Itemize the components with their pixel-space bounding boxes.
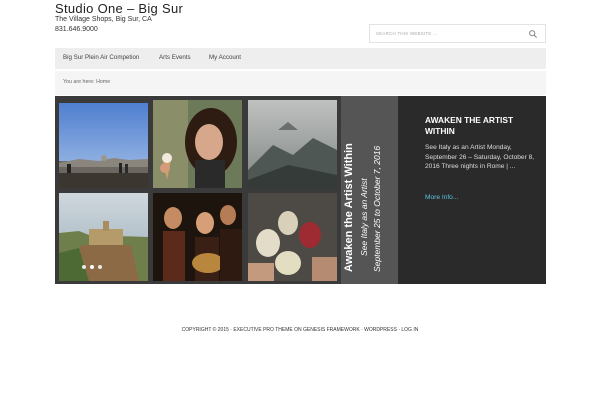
footer-sep: · — [361, 327, 363, 333]
footer-copyright: Copyright © 2015 — [181, 327, 229, 333]
slider-dot-3[interactable] — [98, 265, 102, 269]
nav-item-my-account[interactable]: My Account — [209, 54, 241, 61]
breadcrumb-bar: You are here: Home — [55, 71, 546, 95]
photo-wine-toast — [248, 193, 337, 281]
photo-woman-portrait — [153, 100, 242, 188]
vertical-title: Awaken the Artist Within — [343, 143, 355, 272]
photo-rome-skyline — [59, 103, 148, 188]
breadcrumb: You are here: Home — [63, 79, 111, 85]
footer-wordpress-link[interactable]: WordPress — [364, 327, 397, 333]
site-footer: Copyright © 2015 · Executive Pro Theme o… — [0, 327, 600, 333]
footer-sep: · — [230, 327, 232, 333]
photo-hill-town — [59, 193, 148, 281]
footer-on: on — [294, 327, 302, 333]
slider-dot-1[interactable] — [82, 265, 86, 269]
site-header: Studio One – Big Sur The Village Shops, … — [55, 0, 546, 47]
slide-image[interactable]: Awaken the Artist Within See Italy as an… — [55, 96, 398, 284]
slide-caption: AWAKEN THE ARTIST WITHIN See Italy as an… — [398, 96, 546, 284]
footer-theme-link[interactable]: Executive Pro Theme — [233, 327, 292, 333]
site-title[interactable]: Studio One – Big Sur — [55, 1, 183, 16]
vertical-subtitle: See Italy as an Artist — [359, 178, 369, 256]
photo-musicians — [153, 193, 242, 281]
site-phone: 831.646.9000 — [55, 26, 98, 33]
primary-nav: Big Sur Plein Air Competion Arts Events … — [55, 48, 546, 69]
vertical-dates: September 25 to October 7, 2016 — [372, 145, 382, 272]
vertical-text-panel: Awaken the Artist Within See Italy as an… — [341, 96, 398, 284]
slider-dot-2[interactable] — [90, 265, 94, 269]
slide-excerpt: See Italy as an Artist Monday, September… — [425, 144, 535, 171]
search-input[interactable] — [370, 25, 525, 42]
nav-item-arts-events[interactable]: Arts Events — [159, 54, 191, 61]
photo-foggy-hills — [248, 100, 337, 188]
footer-login-link[interactable]: Log in — [401, 327, 418, 333]
site-description: The Village Shops, Big Sur, CA — [55, 16, 152, 23]
search-form — [369, 24, 546, 43]
featured-slider: Awaken the Artist Within See Italy as an… — [55, 96, 546, 284]
nav-item-plein-air[interactable]: Big Sur Plein Air Competion — [63, 54, 139, 61]
footer-sep: · — [398, 327, 400, 333]
footer-framework-link[interactable]: Genesis Framework — [303, 327, 360, 333]
more-info-link[interactable]: More Info... — [425, 194, 458, 201]
search-icon[interactable] — [528, 29, 538, 39]
slide-title[interactable]: AWAKEN THE ARTIST WITHIN — [425, 115, 540, 137]
